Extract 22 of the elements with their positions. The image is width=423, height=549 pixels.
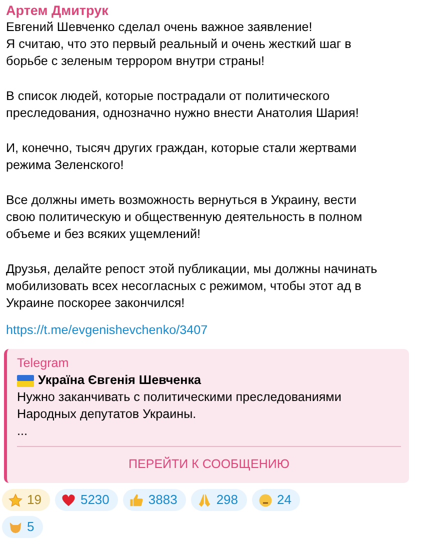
message-paragraph: Евгений Шевченко сделал очень важное заявление! Я считаю, что это первый реальный и очень жесткий шаг в борьбе с зеленым террором внутри страны! <box>6 19 352 70</box>
pray-icon <box>197 492 212 508</box>
heart-icon <box>61 492 76 508</box>
thumbs-up-icon <box>129 492 144 508</box>
message-paragraph: В список людей, которые пострадали от политического преследования, однозначно нужно внести Анатолия Шария! <box>6 88 360 122</box>
message-link[interactable]: https://t.me/evgenishevchenko/3407 <box>6 323 208 337</box>
preview-description: Нужно заканчивать с политическими преследованиями Народных депутатов Украины. ... <box>17 389 342 440</box>
preview-title: Україна Євгенія Шевченка <box>38 372 202 389</box>
author-name[interactable]: Артем Дмитрук <box>6 2 415 19</box>
message-paragraph: Все должны иметь возможность вернуться в Украину, вести свою политическую и общественную деятельность в полном объеме и без всяких ущемлений! <box>6 192 364 243</box>
flag-icon <box>17 374 34 386</box>
reaction-button[interactable]: 19 <box>2 489 50 511</box>
star-icon <box>8 492 23 508</box>
reaction-button[interactable]: 298 <box>191 489 248 511</box>
reaction-button[interactable]: 5230 <box>55 489 118 511</box>
reaction-button[interactable]: 3883 <box>123 489 186 511</box>
go-to-message-button[interactable]: ПЕРЕЙТИ К СООБЩЕНИЮ <box>17 446 401 483</box>
message-paragraph: Друзья, делайте репост этой публикации, мы должны начинать мобилизовать всех несогласных с режимом, чтобы этот ад в Украине поскорее закончился! <box>6 261 378 312</box>
reaction-button[interactable]: 5 <box>2 516 44 538</box>
message-paragraph: И, конечно, тысяч других граждан, которые стали жертвами режима Зеленского! <box>6 140 358 174</box>
reaction-button[interactable]: 24 <box>252 489 300 511</box>
preview-site-name: Telegram <box>17 355 70 372</box>
